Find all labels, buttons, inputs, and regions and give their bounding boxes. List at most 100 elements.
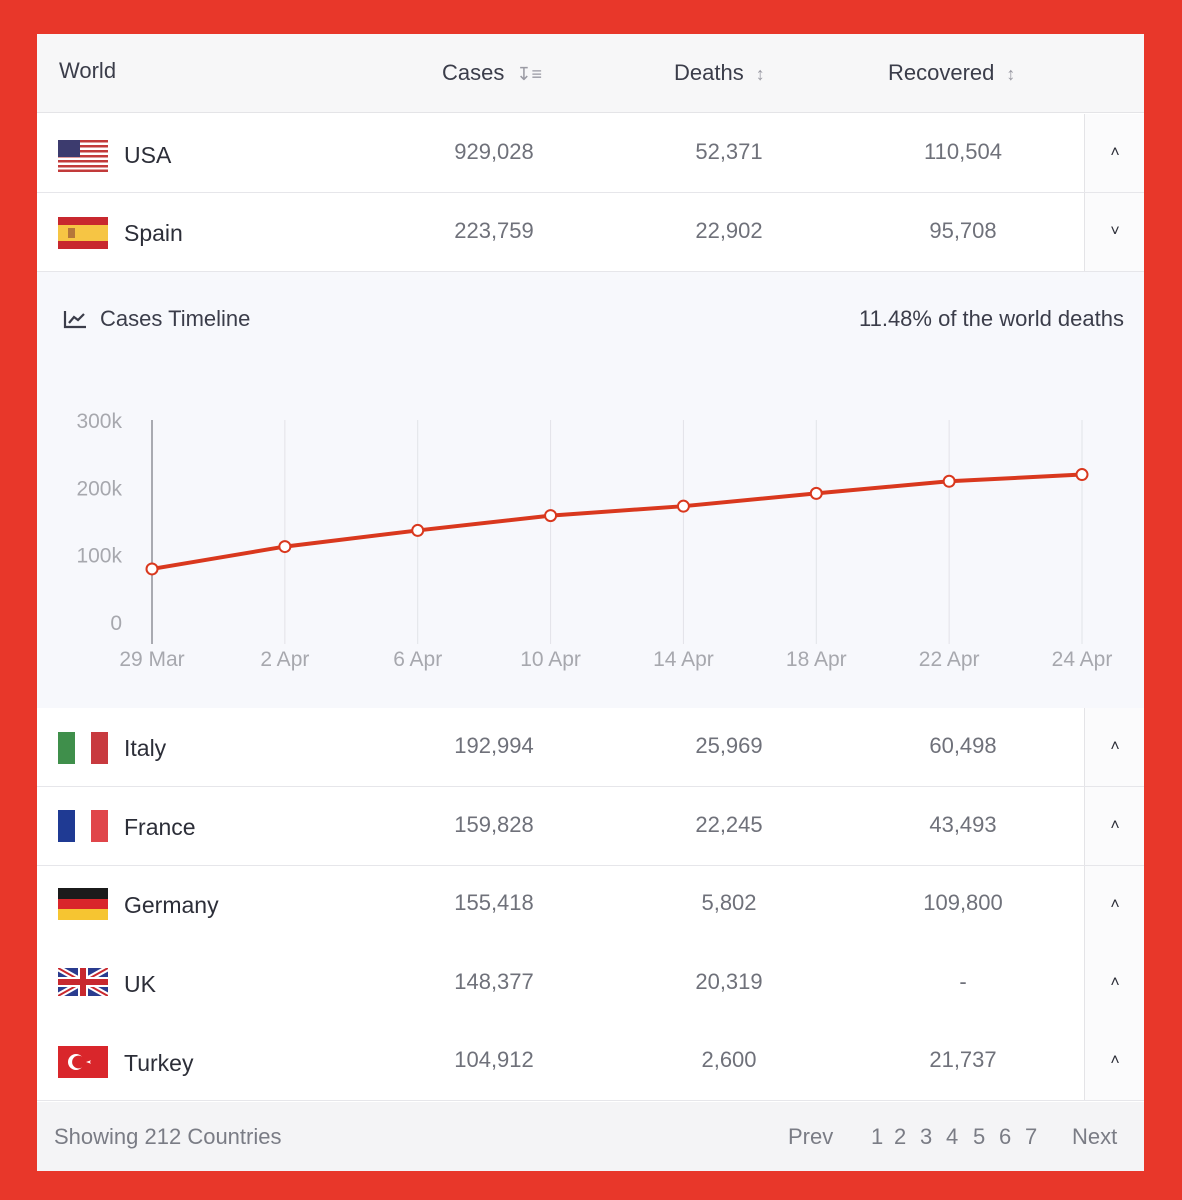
page-3-button[interactable]: 3	[920, 1124, 932, 1150]
table-row[interactable]: Italy 192,994 25,969 60,498 ˄	[37, 708, 1144, 787]
cases-timeline-panel: Cases Timeline 11.48% of the world death…	[37, 272, 1144, 709]
page-2-button[interactable]: 2	[894, 1124, 906, 1150]
countries-table: World Cases ↧≡ Deaths ↕ Recovered ↕ USA 929…	[37, 34, 1144, 1171]
cases-timeline-chart: 0 100k 200k 300k 29 Mar 2 Apr 6 Apr 10 Apr 14 Ap…	[76, 410, 1113, 671]
y-tick-label: 100k	[76, 545, 122, 568]
cases-header-label: Cases	[442, 60, 505, 85]
cases-series-line	[150, 472, 1084, 571]
germany-flag-icon	[58, 888, 108, 920]
page-5-button[interactable]: 5	[973, 1124, 985, 1150]
page-1-button[interactable]: 1	[871, 1124, 883, 1150]
x-tick-label: 18 Apr	[786, 648, 847, 671]
prev-button[interactable]: Prev	[788, 1124, 833, 1150]
y-tick-label: 300k	[76, 410, 122, 433]
chevron-up-icon: ˄	[1110, 738, 1120, 755]
chevron-up-icon: ˄	[1110, 974, 1120, 991]
usa-flag-icon	[58, 140, 108, 172]
table-footer: Showing 212 Countries Prev 1 2 3 4 5 6 7…	[37, 1102, 1144, 1171]
cases-value: 104,912	[454, 1047, 534, 1072]
showing-count: Showing 212 Countries	[54, 1124, 282, 1149]
deaths-value: 22,902	[695, 218, 763, 243]
country-name: Italy	[124, 735, 167, 761]
cases-value: 148,377	[454, 969, 534, 994]
cases-value: 192,994	[454, 733, 534, 758]
recovered-value: 109,800	[923, 890, 1003, 915]
deaths-value: 5,802	[701, 890, 757, 915]
country-name: Spain	[124, 220, 183, 246]
sort-icon[interactable]: ↕	[756, 64, 765, 84]
country-name: Turkey	[124, 1050, 194, 1076]
deaths-header-label: Deaths	[674, 60, 744, 85]
table-row[interactable]: Spain 223,759 22,902 95,708 ˅	[37, 193, 1144, 272]
recovered-header-label: Recovered	[888, 60, 995, 85]
y-tick-label: 200k	[76, 477, 122, 500]
cases-header[interactable]: Cases ↧≡	[442, 60, 542, 86]
data-point	[278, 540, 292, 554]
deaths-header[interactable]: Deaths ↕	[674, 60, 765, 86]
france-flag-icon	[58, 810, 108, 842]
data-point	[809, 486, 823, 500]
collapse-toggle[interactable]: ˄	[1084, 787, 1144, 865]
sort-descending-icon[interactable]: ↧≡	[516, 64, 542, 84]
next-button[interactable]: Next	[1072, 1124, 1117, 1150]
page-6-button[interactable]: 6	[999, 1124, 1011, 1150]
country-name: USA	[124, 142, 172, 168]
x-tick-label: 14 Apr	[653, 648, 714, 671]
turkey-flag-icon	[58, 1046, 108, 1078]
expand-toggle[interactable]: ˅	[1084, 193, 1144, 271]
recovered-value: 43,493	[929, 812, 997, 837]
table-row[interactable]: Germany 155,418 5,802 109,800 ˄	[37, 866, 1144, 945]
y-tick-label: 0	[110, 612, 122, 635]
chevron-down-icon: ˅	[1110, 223, 1120, 240]
deaths-value: 52,371	[695, 139, 763, 164]
cases-value: 159,828	[454, 812, 534, 837]
chevron-up-icon: ˄	[1110, 144, 1120, 161]
x-tick-label: 6 Apr	[393, 648, 442, 671]
chevron-up-icon: ˄	[1110, 896, 1120, 913]
table-row[interactable]: UK 148,377 20,319 - ˄	[37, 944, 1144, 1023]
cases-value: 929,028	[454, 139, 534, 164]
deaths-value: 20,319	[695, 969, 763, 994]
country-name: UK	[124, 971, 156, 997]
deaths-value: 22,245	[695, 812, 763, 837]
x-tick-label: 29 Mar	[119, 648, 184, 671]
data-point	[942, 474, 956, 488]
chevron-up-icon: ˄	[1110, 817, 1120, 834]
data-point	[676, 499, 690, 513]
chevron-up-icon: ˄	[1110, 1052, 1120, 1069]
collapse-toggle[interactable]: ˄	[1084, 1022, 1144, 1100]
table-row[interactable]: Turkey 104,912 2,600 21,737 ˄	[37, 1022, 1144, 1101]
page-7-button[interactable]: 7	[1025, 1124, 1037, 1150]
spain-flag-icon	[58, 217, 108, 249]
table-row[interactable]: France 159,828 22,245 43,493 ˄	[37, 787, 1144, 866]
country-name: France	[124, 814, 196, 840]
deaths-value: 25,969	[695, 733, 763, 758]
sort-icon[interactable]: ↕	[1006, 64, 1015, 84]
x-tick-label: 24 Apr	[1052, 648, 1113, 671]
uk-flag-icon	[58, 968, 108, 996]
data-point	[1075, 468, 1089, 482]
cases-value: 155,418	[454, 890, 534, 915]
recovered-value: 60,498	[929, 733, 997, 758]
italy-flag-icon	[58, 732, 108, 764]
world-header: World	[59, 58, 117, 83]
recovered-header[interactable]: Recovered ↕	[888, 60, 1015, 86]
recovered-value: -	[959, 969, 967, 994]
data-point	[411, 523, 425, 537]
data-point	[145, 562, 159, 576]
collapse-toggle[interactable]: ˄	[1084, 114, 1144, 192]
deaths-value: 2,600	[701, 1047, 757, 1072]
recovered-value: 95,708	[929, 218, 997, 243]
table-row[interactable]: USA 929,028 52,371 110,504 ˄	[37, 114, 1144, 193]
x-tick-label: 2 Apr	[260, 648, 309, 671]
collapse-toggle[interactable]: ˄	[1084, 708, 1144, 786]
data-point	[544, 509, 558, 523]
recovered-value: 21,737	[929, 1047, 997, 1072]
x-tick-label: 10 Apr	[520, 648, 581, 671]
table-header: World Cases ↧≡ Deaths ↕ Recovered ↕	[37, 34, 1144, 113]
page-4-button[interactable]: 4	[946, 1124, 958, 1150]
collapse-toggle[interactable]: ˄	[1084, 944, 1144, 1022]
recovered-value: 110,504	[924, 139, 1002, 164]
country-name: Germany	[124, 892, 219, 918]
collapse-toggle[interactable]: ˄	[1084, 866, 1144, 944]
